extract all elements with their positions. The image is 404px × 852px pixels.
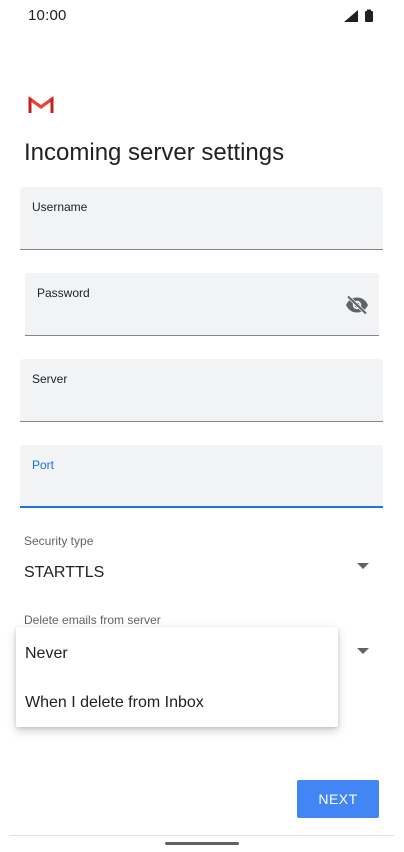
visibility-off-icon[interactable] (345, 295, 369, 315)
password-field[interactable]: Password (25, 273, 379, 336)
username-label: Username (32, 200, 88, 214)
next-button[interactable]: NEXT (297, 780, 379, 818)
home-indicator[interactable] (165, 842, 239, 845)
chevron-down-icon[interactable] (357, 563, 369, 569)
port-field[interactable]: Port (20, 445, 383, 508)
username-input[interactable] (32, 221, 337, 241)
server-field[interactable]: Server (20, 359, 383, 422)
server-input[interactable] (32, 393, 337, 413)
security-type-value: STARTTLS (24, 564, 105, 581)
server-label: Server (32, 372, 68, 386)
gmail-icon (28, 96, 54, 113)
battery-icon (365, 9, 373, 22)
signal-icon (344, 10, 358, 22)
password-label: Password (37, 286, 90, 300)
port-input[interactable] (32, 478, 337, 498)
username-field[interactable]: Username (20, 187, 383, 250)
menu-item-label: Never (25, 645, 68, 662)
menu-item-label: When I delete from Inbox (25, 694, 204, 711)
divider (10, 835, 394, 836)
security-type-label: Security type (24, 534, 94, 548)
password-input[interactable] (37, 307, 333, 327)
page-title: Incoming server settings (24, 139, 285, 166)
menu-item-when-delete-from-inbox[interactable]: When I delete from Inbox (16, 678, 338, 728)
delete-emails-label: Delete emails from server (24, 613, 161, 627)
delete-emails-dropdown-menu: Never When I delete from Inbox (16, 627, 338, 727)
menu-item-never[interactable]: Never (16, 629, 338, 679)
status-bar: 10:00 (0, 0, 404, 34)
chevron-down-icon[interactable] (357, 648, 369, 654)
status-icons (344, 9, 373, 22)
port-label: Port (32, 458, 55, 472)
status-time: 10:00 (28, 7, 67, 24)
